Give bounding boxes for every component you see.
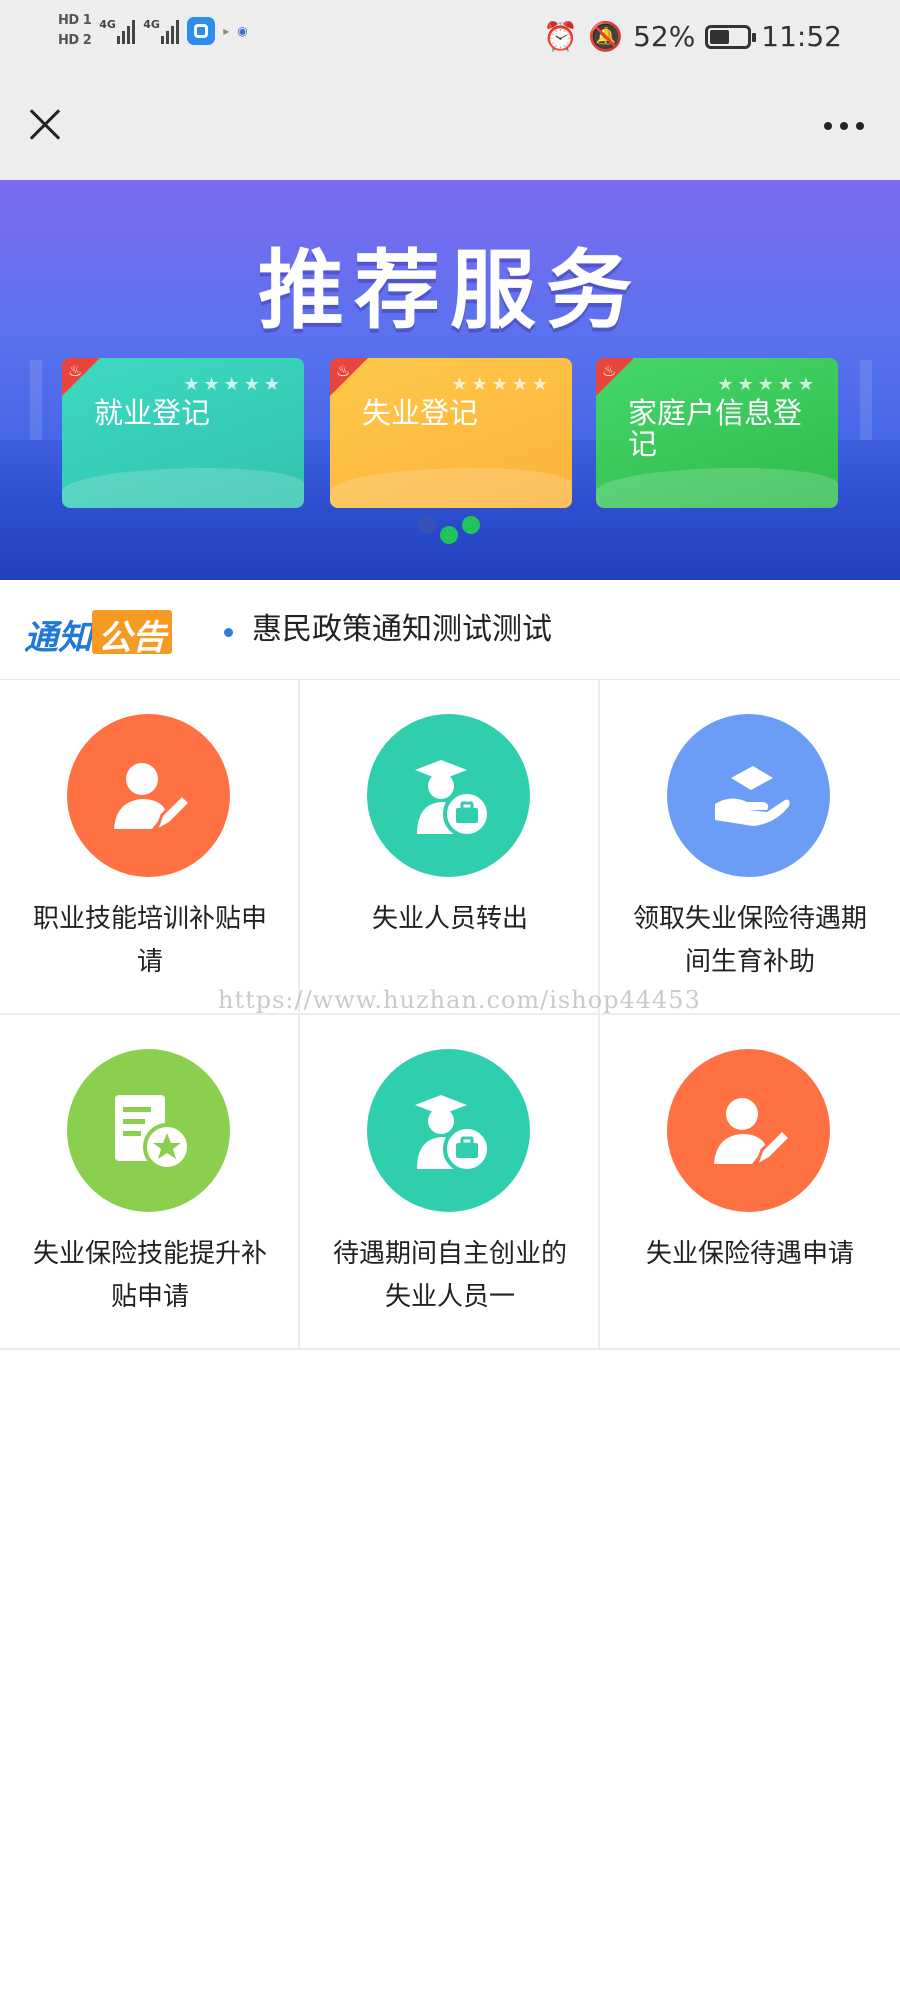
carousel-dots[interactable]	[418, 516, 488, 546]
battery-fill	[710, 29, 730, 44]
rating-stars-icon: ★★★★★	[183, 374, 284, 395]
hand-care-icon	[667, 714, 830, 877]
carousel-dot-active[interactable]	[462, 516, 480, 534]
hot-flame-icon: ♨	[62, 358, 100, 396]
app-small-icon: ◉	[237, 24, 248, 38]
carousel-dot[interactable]	[440, 526, 458, 544]
close-icon[interactable]	[24, 104, 66, 146]
rating-stars-icon: ★★★★★	[717, 374, 818, 395]
hot-flame-icon: ♨	[330, 358, 368, 396]
battery-percent: 52%	[633, 20, 696, 53]
service-tile-label: 待遇期间自主创业的失业人员一	[332, 1239, 567, 1312]
person-pen-icon	[667, 1049, 830, 1212]
service-card-household-info-registration[interactable]: ♨ ★★★★★ 家庭户信息登记	[596, 358, 838, 508]
mute-bell-icon: 🔕	[588, 20, 624, 53]
service-card-unemployment-registration[interactable]: ♨ ★★★★★ 失业登记	[330, 358, 572, 508]
service-tile-maternity-allowance[interactable]: 领取失业保险待遇期间生育补助	[600, 680, 900, 1015]
person-pen-icon	[67, 714, 230, 877]
more-options-icon[interactable]	[824, 122, 864, 130]
network-type-2: 4G	[143, 18, 160, 31]
service-tile-self-employment[interactable]: 待遇期间自主创业的失业人员一	[300, 1015, 600, 1350]
signal-icon-1: 4G	[99, 18, 136, 44]
banner-title: 推荐服务	[258, 241, 642, 341]
hd2-label: HD 2	[58, 33, 92, 48]
cast-icon: ▸	[223, 24, 230, 38]
document-star-icon	[67, 1049, 230, 1212]
service-tile-skill-upgrade-subsidy[interactable]: 失业保险技能提升补贴申请	[0, 1015, 300, 1350]
service-grid: 职业技能培训补贴申请 失业人员转出 领取失业保险待遇期间生育补助 失业保险技能提…	[0, 680, 900, 1350]
notice-bullet	[224, 628, 233, 637]
hd-indicators: HD 1 HD 2	[58, 13, 92, 48]
status-bar: HD 1 HD 2 4G 4G ▸ ◉ ⏰ 🔕 52% 11:52	[0, 0, 900, 80]
nav-bar	[0, 80, 900, 180]
hot-flame-icon: ♨	[596, 358, 634, 396]
status-left: HD 1 HD 2 4G 4G ▸ ◉	[58, 14, 248, 48]
watermark-text: https://www.huzhan.com/ishop44453	[218, 986, 701, 1014]
rating-stars-icon: ★★★★★	[451, 374, 552, 395]
service-tile-transfer-out[interactable]: 失业人员转出	[300, 680, 600, 1015]
service-tile-label: 失业保险待遇申请	[645, 1239, 854, 1269]
signal-icon-2: 4G	[143, 18, 180, 44]
notice-logo-part1: 通知	[24, 618, 92, 658]
notice-logo: 通知 公告	[24, 610, 172, 658]
app-notification-icon	[187, 17, 216, 45]
recommend-banner[interactable]: 推荐服务 ♨ ★★★★★ 就业登记 ♨ ★★★★★ 失业登记 ♨ ★★★★★ 家…	[0, 180, 900, 580]
service-tile-insurance-application[interactable]: 失业保险待遇申请	[600, 1015, 900, 1350]
clock-time: 11:52	[761, 20, 842, 53]
hd1-label: HD 1	[58, 13, 92, 28]
service-card-label: 失业登记	[362, 396, 479, 430]
alarm-icon: ⏰	[543, 20, 579, 53]
notice-text[interactable]: 惠民政策通知测试测试	[252, 610, 552, 650]
service-card-label: 就业登记	[94, 396, 211, 430]
notice-bar[interactable]: 通知 公告 惠民政策通知测试测试	[0, 580, 900, 680]
carousel-dot[interactable]	[418, 516, 436, 534]
service-tile-label: 失业人员转出	[371, 904, 528, 934]
service-card-label: 家庭户信息登记	[628, 396, 803, 461]
service-tile-training-subsidy[interactable]: 职业技能培训补贴申请	[0, 680, 300, 1015]
notice-logo-part2: 公告	[92, 610, 172, 658]
service-tile-label: 领取失业保险待遇期间生育补助	[632, 904, 867, 977]
network-type-1: 4G	[99, 18, 116, 31]
graduate-briefcase-icon	[367, 714, 530, 877]
service-tile-label: 失业保险技能提升补贴申请	[32, 1239, 267, 1312]
service-tile-label: 职业技能培训补贴申请	[32, 904, 267, 977]
service-card-employment-registration[interactable]: ♨ ★★★★★ 就业登记	[62, 358, 304, 508]
status-right: ⏰ 🔕 52% 11:52	[543, 20, 842, 53]
graduate-briefcase-icon	[367, 1049, 530, 1212]
battery-icon	[705, 24, 757, 49]
